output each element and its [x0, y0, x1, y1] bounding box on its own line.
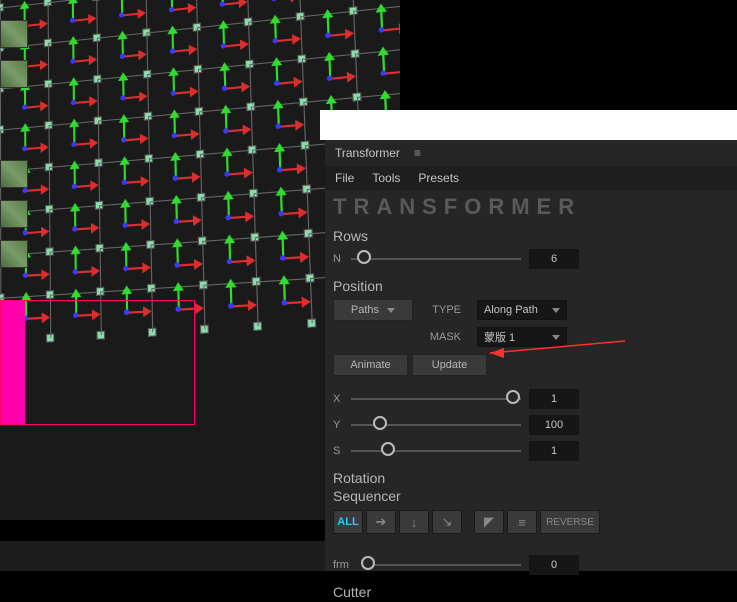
- slider-y[interactable]: [351, 415, 521, 435]
- seq-diag-button[interactable]: ↘: [432, 510, 462, 534]
- slider-knob-s[interactable]: [381, 442, 395, 456]
- row-frm: frm: [325, 552, 737, 578]
- row-paths-type: Paths TYPE Along Path: [325, 296, 737, 324]
- menu-file[interactable]: File: [335, 171, 354, 185]
- slider-knob-n[interactable]: [357, 250, 371, 264]
- section-rows: Rows: [325, 226, 737, 246]
- seq-lines-button[interactable]: ≡: [507, 510, 537, 534]
- label-type: TYPE: [423, 304, 467, 316]
- chevron-down-icon: [387, 308, 395, 313]
- update-button[interactable]: Update: [412, 354, 487, 376]
- timeline-strip: [0, 540, 325, 571]
- menu-bar: File Tools Presets: [325, 166, 737, 190]
- lines-icon: ≡: [518, 515, 526, 530]
- logo: TRANSFORMER: [325, 190, 737, 226]
- section-rotation: Rotation: [325, 468, 737, 488]
- arrow-diag-icon: ↘: [442, 514, 453, 530]
- arrow-down-icon: ↓: [411, 515, 418, 530]
- seq-right-button[interactable]: ➔: [366, 510, 396, 534]
- section-sequencer: Sequencer: [325, 488, 737, 506]
- label-mask: MASK: [423, 331, 467, 343]
- action-row: Animate Update: [325, 350, 737, 380]
- panel-title: Transformer: [335, 146, 400, 160]
- input-s[interactable]: [529, 441, 579, 461]
- panel-menu-icon[interactable]: ≡: [414, 146, 421, 160]
- logo-text: TRANSFORMER: [333, 194, 729, 220]
- white-band: [320, 110, 737, 140]
- row-y: Y: [325, 412, 737, 438]
- slider-n[interactable]: [351, 249, 521, 269]
- slider-knob-frm[interactable]: [361, 556, 375, 570]
- section-cutter: Cutter: [325, 582, 737, 602]
- input-n[interactable]: [529, 249, 579, 269]
- select-mask-value: 蒙版 1: [484, 329, 515, 345]
- select-mask[interactable]: 蒙版 1: [477, 327, 567, 347]
- seq-corner-button[interactable]: ◤: [474, 510, 504, 534]
- menu-tools[interactable]: Tools: [372, 171, 400, 185]
- row-s: S: [325, 438, 737, 464]
- row-n: N: [325, 246, 737, 272]
- label-s: S: [333, 445, 343, 457]
- chevron-down-icon: [552, 335, 560, 340]
- input-frm[interactable]: [529, 555, 579, 575]
- menu-presets[interactable]: Presets: [418, 171, 459, 185]
- label-x: X: [333, 393, 343, 405]
- input-y[interactable]: [529, 415, 579, 435]
- slider-frm[interactable]: [363, 555, 521, 575]
- label-frm: frm: [333, 559, 355, 571]
- slider-knob-x[interactable]: [506, 390, 520, 404]
- seq-down-button[interactable]: ↓: [399, 510, 429, 534]
- slider-s[interactable]: [351, 441, 521, 461]
- arrow-right-icon: ➔: [376, 514, 387, 530]
- transformer-panel: Transformer ≡ File Tools Presets TRANSFO…: [325, 140, 737, 571]
- sequencer-buttons: ALL ➔ ↓ ↘ ◤ ≡ REVERSE: [325, 506, 737, 538]
- paths-label: Paths: [351, 304, 379, 316]
- slider-knob-y[interactable]: [373, 416, 387, 430]
- input-x[interactable]: [529, 389, 579, 409]
- section-position: Position: [325, 276, 737, 296]
- label-y: Y: [333, 419, 343, 431]
- seq-all-button[interactable]: ALL: [333, 510, 363, 534]
- select-type-value: Along Path: [484, 304, 538, 316]
- row-mask: MASK 蒙版 1: [325, 324, 737, 350]
- label-n: N: [333, 253, 343, 265]
- animate-button[interactable]: Animate: [333, 354, 408, 376]
- slider-x[interactable]: [351, 389, 521, 409]
- row-x: X: [325, 386, 737, 412]
- chevron-down-icon: [552, 308, 560, 313]
- paths-button[interactable]: Paths: [333, 299, 413, 321]
- corner-icon: ◤: [484, 514, 494, 530]
- panel-header: Transformer ≡: [325, 140, 737, 166]
- layer-bounds: [0, 300, 195, 425]
- select-type[interactable]: Along Path: [477, 300, 567, 320]
- seq-reverse-button[interactable]: REVERSE: [540, 510, 600, 534]
